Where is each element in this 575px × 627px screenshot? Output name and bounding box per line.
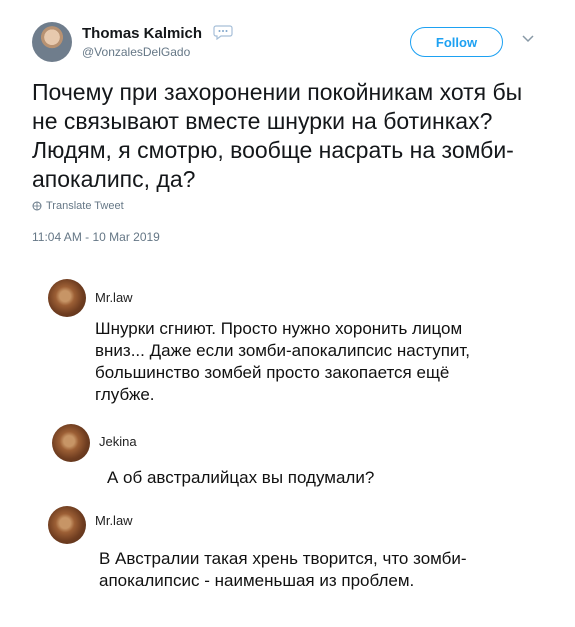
tweet: Thomas Kalmich @VonzalesDelGado Follow П… <box>0 0 575 262</box>
author-avatar[interactable] <box>32 22 72 62</box>
comment-text: Шнурки сгниют. Просто нужно хоронить лиц… <box>95 319 471 404</box>
author-handle[interactable]: @VonzalesDelGado <box>82 45 190 59</box>
comment-text: А об австралийцах вы подумали? <box>107 468 375 487</box>
comments-thread: Mr.law Шнурки сгниют. Просто нужно хорон… <box>0 262 575 627</box>
comment-avatar[interactable] <box>52 424 90 462</box>
chevron-down-icon[interactable] <box>522 35 534 43</box>
comment-avatar[interactable] <box>48 506 86 544</box>
comment-author-name[interactable]: Mr.law <box>95 513 133 528</box>
comment-text: В Австралии такая хрень творится, что зо… <box>99 549 467 590</box>
author-name[interactable]: Thomas Kalmich <box>82 25 202 42</box>
tweet-timestamp[interactable]: 11:04 AM - 10 Mar 2019 <box>32 230 160 244</box>
translate-tweet-link[interactable]: Translate Tweet <box>32 200 124 212</box>
comment-avatar[interactable] <box>48 279 86 317</box>
globe-icon <box>32 201 42 211</box>
follow-button[interactable]: Follow <box>410 27 503 57</box>
comment-author-name[interactable]: Mr.law <box>95 290 133 305</box>
translate-label: Translate Tweet <box>46 200 124 212</box>
comment-author-name[interactable]: Jekina <box>99 434 137 449</box>
speech-bubble-icon <box>213 25 233 40</box>
tweet-text: Почему при захоронении покойникам хотя б… <box>32 79 523 192</box>
